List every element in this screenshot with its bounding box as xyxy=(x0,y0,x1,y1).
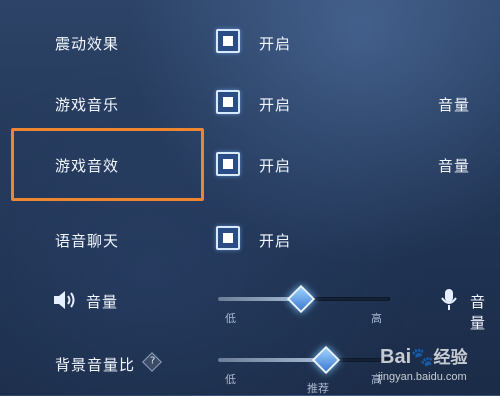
setting-label-game-sfx: 游戏音效 xyxy=(55,157,120,175)
setting-label-vibration: 震动效果 xyxy=(55,35,120,53)
background-ratio-slider-handle[interactable] xyxy=(311,345,341,375)
background-ratio-recommend-label: 推荐 xyxy=(307,382,329,395)
checkbox-check xyxy=(223,36,233,46)
checkbox-check xyxy=(223,233,233,243)
mic-volume-label: 音量 xyxy=(470,293,487,332)
volume-high-label: 高 xyxy=(371,312,382,325)
voice-chat-option-label: 开启 xyxy=(259,232,292,250)
background-ratio-slider-fill xyxy=(218,358,326,362)
paw-icon: 🐾 xyxy=(411,347,434,367)
vibration-checkbox[interactable] xyxy=(216,29,240,53)
help-icon[interactable]: ? xyxy=(142,352,162,372)
game-sfx-volume-label[interactable]: 音量 xyxy=(438,155,470,176)
game-music-volume-label[interactable]: 音量 xyxy=(438,94,470,115)
checkbox-check xyxy=(223,159,233,169)
game-sfx-option-label: 开启 xyxy=(259,157,292,175)
background-ratio-label: 背景音量比 xyxy=(55,356,136,374)
volume-slider-handle[interactable] xyxy=(286,284,316,314)
setting-label-game-music: 游戏音乐 xyxy=(55,96,120,114)
volume-label: 音量 xyxy=(86,293,119,311)
voice-chat-checkbox[interactable] xyxy=(216,226,240,250)
watermark-brand-prefix: Bai xyxy=(380,346,412,368)
game-music-checkbox[interactable] xyxy=(216,90,240,114)
watermark-logo: Bai🐾经验 xyxy=(380,343,468,369)
background-ratio-slider-track[interactable] xyxy=(218,358,390,362)
background-ratio-low-label: 低 xyxy=(225,373,236,386)
volume-low-label: 低 xyxy=(225,312,236,325)
vibration-option-label: 开启 xyxy=(259,35,292,53)
watermark-url: jingyan.baidu.com xyxy=(378,371,467,383)
game-sfx-checkbox[interactable] xyxy=(216,152,240,176)
game-music-option-label: 开启 xyxy=(259,96,292,114)
checkbox-check xyxy=(223,97,233,107)
speaker-icon xyxy=(52,289,78,311)
watermark-brand-suffix: 经验 xyxy=(433,348,468,367)
microphone-icon[interactable] xyxy=(441,288,457,312)
setting-label-voice-chat: 语音聊天 xyxy=(55,232,120,250)
